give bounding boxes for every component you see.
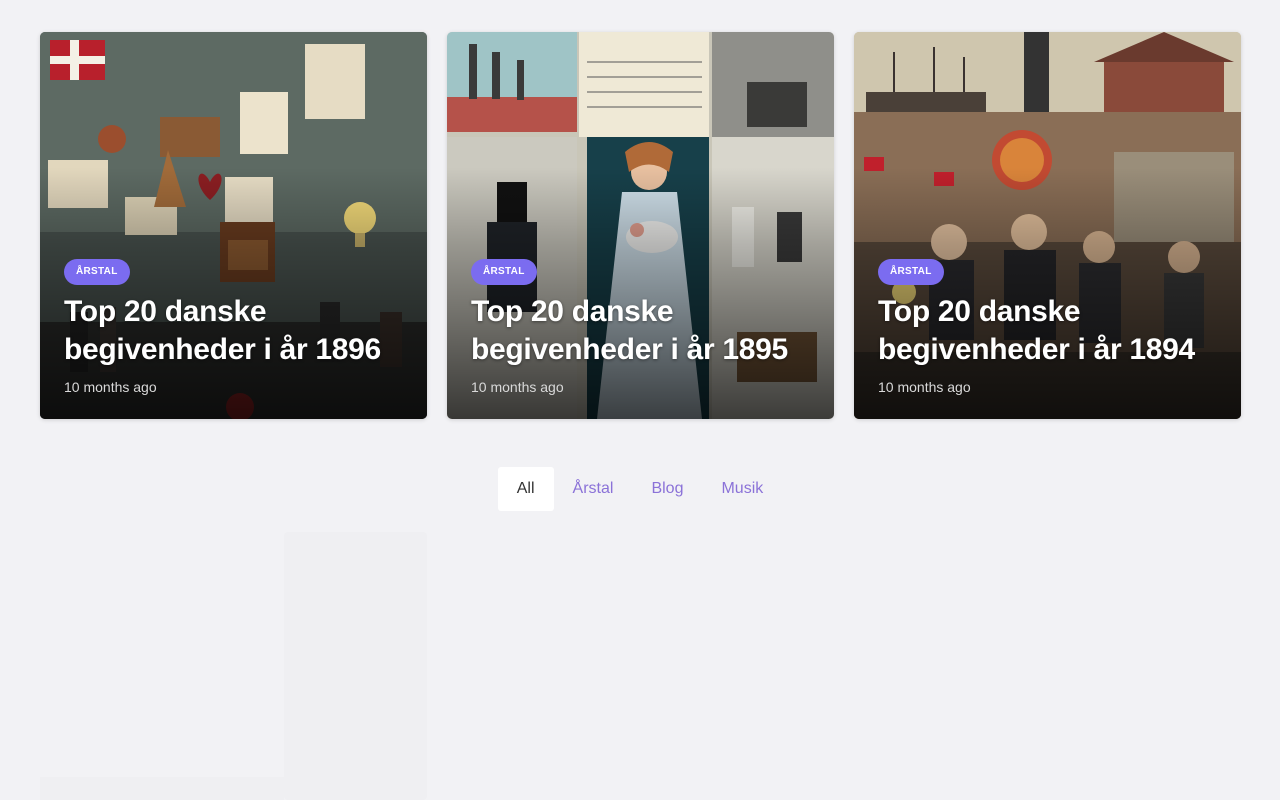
post-date: 10 months ago: [878, 379, 971, 395]
post-card-1895[interactable]: Årstal Top 20 danske begivenheder i år 1…: [447, 32, 834, 419]
tab-musik[interactable]: Musik: [702, 467, 782, 511]
tab-blog[interactable]: Blog: [632, 467, 702, 511]
post-title[interactable]: Top 20 danske begivenheder i år 1895: [471, 293, 814, 369]
card-content: Årstal Top 20 danske begivenheder i år 1…: [64, 259, 407, 395]
card-content: Årstal Top 20 danske begivenheder i år 1…: [878, 259, 1221, 395]
post-card-1894[interactable]: Årstal Top 20 danske begivenheder i år 1…: [854, 32, 1241, 419]
placeholder-block: [40, 777, 284, 800]
featured-posts: Årstal Top 20 danske begivenheder i år 1…: [40, 32, 1241, 419]
placeholder-block: [284, 532, 427, 800]
tab-all[interactable]: All: [497, 467, 554, 511]
tab-arstal[interactable]: Årstal: [554, 467, 633, 511]
category-badge[interactable]: Årstal: [64, 259, 130, 285]
category-badge[interactable]: Årstal: [878, 259, 944, 285]
card-content: Årstal Top 20 danske begivenheder i år 1…: [471, 259, 814, 395]
category-badge[interactable]: Årstal: [471, 259, 537, 285]
loading-placeholder: [40, 532, 427, 800]
post-date: 10 months ago: [471, 379, 564, 395]
category-filter-tabs: All Årstal Blog Musik: [0, 467, 1280, 511]
post-title[interactable]: Top 20 danske begivenheder i år 1894: [878, 293, 1221, 369]
post-date: 10 months ago: [64, 379, 157, 395]
post-title[interactable]: Top 20 danske begivenheder i år 1896: [64, 293, 407, 369]
post-card-1896[interactable]: Årstal Top 20 danske begivenheder i år 1…: [40, 32, 427, 419]
